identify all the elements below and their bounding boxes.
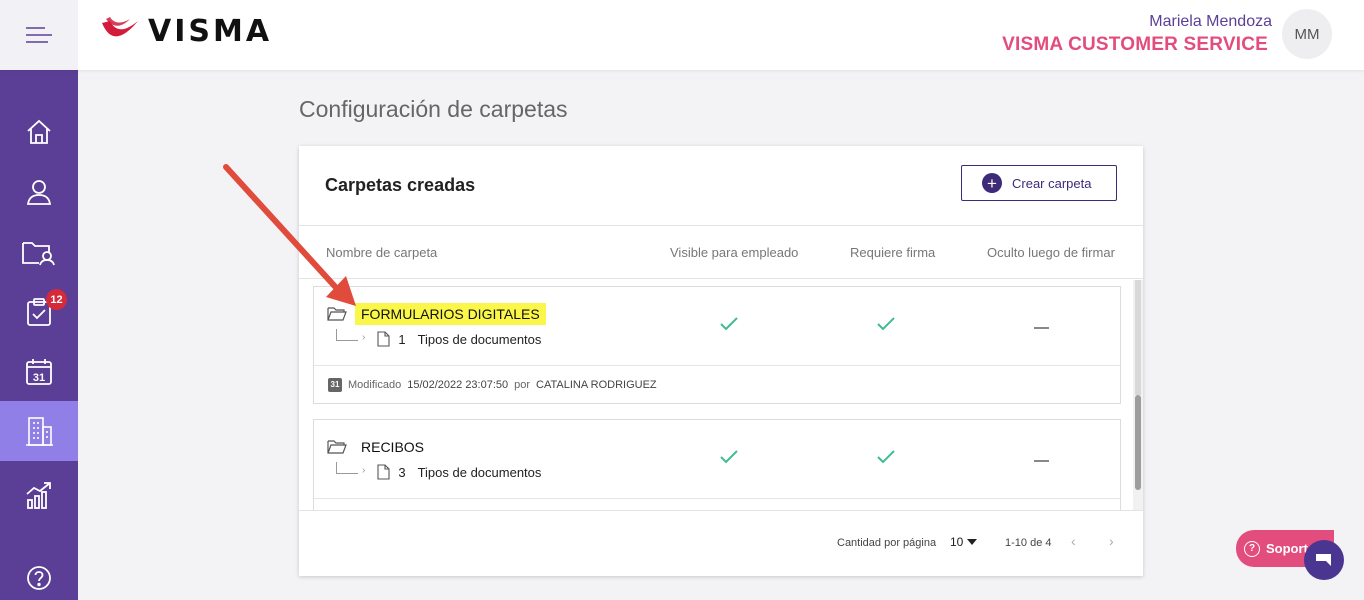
column-header-hidden: Oculto luego de firmar — [987, 245, 1115, 260]
home-icon — [27, 119, 51, 144]
page-range: 1-10 de 4 — [1005, 537, 1052, 549]
folder-row[interactable]: FORMULARIOS DIGITALES › 1 Tipos de docum… — [313, 286, 1121, 404]
folders-card: Carpetas creadas + Crear carpeta Nombre … — [299, 146, 1143, 576]
folder-user-icon — [22, 242, 55, 266]
visible-check-icon — [720, 450, 738, 464]
doc-type-label: Tipos de documentos — [417, 331, 542, 347]
user-name: Mariela Mendoza — [1149, 13, 1272, 30]
sidebar-item-reports[interactable] — [0, 465, 78, 525]
calendar-mini-icon: 31 — [328, 377, 342, 392]
menu-button[interactable] — [0, 0, 78, 70]
folder-divider — [314, 498, 1120, 499]
hidden-dash-icon — [1034, 460, 1049, 462]
help-icon — [27, 566, 51, 590]
signature-check-icon — [877, 317, 895, 331]
help-circle-icon: ? — [1244, 540, 1260, 557]
modified-date: 15/02/2022 23:07:50 — [407, 378, 509, 391]
folder-open-icon — [327, 440, 347, 454]
chart-up-icon — [26, 482, 51, 509]
visma-logo[interactable]: VISMA — [100, 14, 272, 49]
hidden-dash-icon — [1034, 327, 1049, 329]
sidebar-item-help[interactable] — [0, 548, 78, 600]
visma-swoosh-icon — [102, 16, 138, 36]
table-header: Nombre de carpeta Visible para empleado … — [299, 227, 1143, 279]
doc-type-count: 3 — [398, 464, 406, 480]
avatar[interactable]: MM — [1282, 9, 1332, 59]
tree-connector — [336, 329, 358, 341]
next-page-button[interactable]: › — [1109, 533, 1114, 549]
tree-connector — [336, 462, 358, 474]
logo-text: VISMA — [148, 14, 273, 49]
scrollbar-track — [1135, 280, 1141, 395]
folder-name[interactable]: RECIBOS — [355, 436, 430, 458]
visible-check-icon — [720, 317, 738, 331]
caret-down-icon — [967, 539, 978, 545]
calendar-day-label: 31 — [33, 372, 45, 384]
sidebar: 12 31 — [0, 70, 78, 600]
tree-arrow-icon: › — [362, 464, 366, 476]
folder-row[interactable]: RECIBOS › 3 Tipos de documentos — [313, 419, 1121, 510]
column-header-signature: Requiere firma — [850, 245, 936, 260]
page-title: Configuración de carpetas — [299, 96, 568, 122]
folder-modified-info: 31 Modificado 15/02/2022 23:07:50 por CA… — [314, 365, 1120, 403]
tree-arrow-icon: › — [362, 331, 366, 343]
card-header: Carpetas creadas + Crear carpeta — [299, 146, 1143, 226]
sidebar-item-tasks[interactable]: 12 — [0, 282, 78, 342]
list-scrollbar[interactable] — [1133, 280, 1143, 510]
hamburger-menu-icon — [26, 27, 52, 43]
column-header-visible: Visible para empleado — [670, 245, 799, 260]
prev-page-button[interactable]: ‹ — [1071, 533, 1076, 549]
plus-icon: + — [982, 173, 1002, 193]
sidebar-item-company[interactable] — [0, 401, 78, 461]
column-header-name: Nombre de carpeta — [326, 245, 438, 260]
sidebar-item-user[interactable] — [0, 162, 78, 222]
user-company: VISMA CUSTOMER SERVICE — [1002, 34, 1268, 55]
create-folder-label: Crear carpeta — [1012, 175, 1092, 191]
folder-open-icon — [327, 307, 347, 321]
scrollbar-thumb[interactable] — [1135, 395, 1141, 490]
signature-check-icon — [877, 450, 895, 464]
document-icon — [377, 464, 390, 480]
doc-type-label: Tipos de documentos — [417, 464, 542, 480]
notification-badge: 12 — [46, 289, 67, 310]
top-bar: VISMA Mariela Mendoza VISMA CUSTOMER SER… — [0, 0, 1364, 70]
user-icon — [26, 180, 52, 205]
folder-name[interactable]: FORMULARIOS DIGITALES — [355, 303, 546, 325]
chat-arrow-icon — [1316, 554, 1331, 566]
sidebar-item-home[interactable] — [0, 102, 78, 162]
sidebar-item-folder-user[interactable] — [0, 222, 78, 282]
chat-launcher-button[interactable] — [1304, 540, 1344, 580]
calendar-icon: 31 — [26, 359, 52, 385]
folder-list: FORMULARIOS DIGITALES › 1 Tipos de docum… — [299, 280, 1143, 510]
per-page-select[interactable]: 10 — [950, 535, 978, 549]
per-page-value: 10 — [950, 535, 964, 549]
per-page-label: Cantidad por página — [837, 537, 937, 549]
card-title: Carpetas creadas — [325, 175, 476, 195]
modified-by-label: por — [514, 378, 531, 391]
modified-by: CATALINA RODRIGUEZ — [536, 378, 657, 391]
pagination: Cantidad por página 10 1-10 de 4 ‹ › — [299, 510, 1143, 576]
document-icon — [377, 331, 390, 347]
building-icon — [26, 417, 53, 446]
doc-type-count: 1 — [398, 331, 406, 347]
sidebar-item-calendar[interactable]: 31 — [0, 342, 78, 402]
modified-label: Modificado — [348, 378, 402, 391]
create-folder-button[interactable]: + Crear carpeta — [961, 165, 1117, 201]
